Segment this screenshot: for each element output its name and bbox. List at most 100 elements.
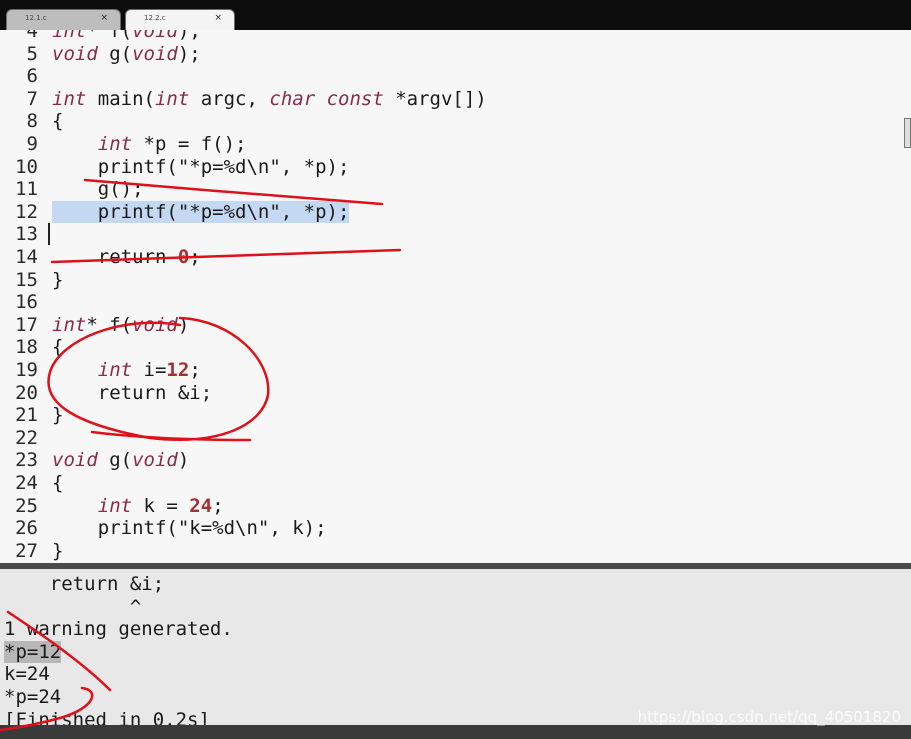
code-line[interactable]: 7 int main(int argc, char const *argv[]) bbox=[0, 88, 911, 111]
code-line[interactable]: 22 bbox=[0, 427, 911, 450]
code-line[interactable]: 27} bbox=[0, 540, 911, 563]
code-token: ; bbox=[212, 494, 224, 517]
code-token: *argv[]) bbox=[383, 87, 487, 110]
code-token: ; bbox=[189, 246, 201, 268]
code-text: } bbox=[52, 540, 63, 563]
code-text: } bbox=[52, 269, 63, 292]
code-line[interactable]: 26 printf("k=%d\n", k); bbox=[0, 517, 911, 540]
code-line[interactable]: 6 bbox=[0, 65, 911, 88]
output-line: ^ bbox=[4, 596, 141, 619]
close-icon[interactable]: × bbox=[100, 13, 108, 23]
line-number: 14 bbox=[15, 246, 38, 268]
code-line[interactable]: 10 printf("*p=%d\n", *p); bbox=[0, 156, 911, 179]
code-line[interactable]: 9 int *p = f(); bbox=[0, 133, 911, 156]
tab-label: 12.1.c bbox=[25, 14, 47, 22]
minimap-marker[interactable] bbox=[904, 118, 911, 148]
code-token: f( bbox=[109, 30, 133, 42]
code-text: return &i; bbox=[52, 382, 212, 405]
status-bar bbox=[0, 725, 911, 739]
code-token: ; bbox=[189, 359, 201, 381]
code-line[interactable]: 8{ bbox=[0, 110, 911, 133]
code-token: } bbox=[52, 404, 64, 427]
code-text: int k = 24; bbox=[52, 495, 224, 518]
tab-12-1-c[interactable]: 12.1.c × bbox=[6, 9, 121, 30]
output-text: ^ bbox=[4, 595, 142, 618]
code-text: void g(void); bbox=[52, 43, 201, 66]
tab-12-2-c[interactable]: 12.2.c × bbox=[125, 9, 235, 30]
code-text: int main(int argc, char const *argv[]) bbox=[52, 88, 487, 111]
line-number: 25 bbox=[15, 494, 38, 517]
code-token: ); bbox=[177, 42, 201, 65]
code-text: g(); bbox=[52, 178, 144, 201]
code-line[interactable]: 12 printf("*p=%d\n", *p); bbox=[0, 200, 911, 224]
code-text: { bbox=[52, 110, 63, 133]
keyword-token: int bbox=[52, 30, 87, 42]
line-number: 4 bbox=[26, 30, 38, 42]
code-line[interactable]: 13 bbox=[0, 223, 911, 246]
code-line[interactable]: 21} bbox=[0, 404, 911, 427]
code-text: int i=12; bbox=[52, 359, 201, 382]
line-number: 19 bbox=[15, 359, 38, 381]
code-token: return bbox=[52, 246, 178, 268]
text-cursor bbox=[48, 223, 50, 246]
code-text: { bbox=[52, 472, 63, 495]
code-text: int* f(void) bbox=[52, 314, 189, 337]
number-token: 0 bbox=[177, 246, 190, 268]
highlighted-output: *p=12 bbox=[4, 640, 62, 663]
code-token: * f( bbox=[86, 313, 133, 336]
code-line[interactable]: 14 return 0; bbox=[0, 246, 911, 269]
output-line: k=24 bbox=[4, 663, 50, 686]
code-text: int* f(void); bbox=[52, 30, 201, 43]
line-number: 24 bbox=[15, 472, 38, 494]
code-line[interactable]: 16 bbox=[0, 291, 911, 314]
code-line[interactable]: 5 void g(void); bbox=[0, 43, 911, 66]
tab-bar: 12.1.c × 12.2.c × bbox=[0, 0, 911, 30]
keyword-token: void bbox=[132, 42, 178, 65]
line-number: 10 bbox=[15, 155, 38, 178]
code-line[interactable]: 4 int* f(void); bbox=[0, 30, 911, 43]
line-number: 27 bbox=[15, 539, 38, 562]
code-editor[interactable]: 4 int* f(void); 5 void g(void); 6 7 int main(i… bbox=[0, 30, 911, 563]
watermark: https://blog.csdn.net/qq_40501820 bbox=[637, 708, 901, 726]
code-token: { bbox=[52, 336, 64, 359]
code-line[interactable]: 25 int k = 24; bbox=[0, 495, 911, 518]
line-number: 9 bbox=[26, 133, 38, 155]
code-line[interactable]: 18 { bbox=[0, 336, 911, 359]
code-line[interactable]: 23 void g(void) bbox=[0, 449, 911, 472]
line-number: 7 bbox=[26, 87, 38, 110]
code-token: g( bbox=[97, 449, 133, 472]
output-text: *p=24 bbox=[4, 686, 62, 708]
code-line[interactable]: 11 g(); bbox=[0, 178, 911, 201]
output-text: 1 warning generated. bbox=[4, 618, 233, 641]
number-token: 12 bbox=[166, 359, 190, 381]
code-line[interactable]: 20 return &i; bbox=[0, 382, 911, 405]
code-token: k = bbox=[132, 494, 190, 517]
code-token: i= bbox=[132, 359, 167, 381]
code-line[interactable]: 24 { bbox=[0, 472, 911, 495]
build-output-panel: return &i; ^ 1 warning generated. *p=12 k=2… bbox=[0, 569, 911, 725]
output-line: [Finished in 0.2s] bbox=[4, 709, 210, 725]
line-number: 22 bbox=[15, 426, 38, 449]
tab-label: 12.2.c bbox=[144, 14, 166, 22]
code-token: return &i; bbox=[52, 381, 213, 404]
output-line: *p=24 bbox=[4, 686, 61, 709]
code-line[interactable]: 15} bbox=[0, 269, 911, 292]
code-token: { bbox=[52, 110, 64, 133]
code-text: printf("*p=%d\n", *p); bbox=[52, 155, 350, 179]
code-token: g( bbox=[97, 42, 133, 65]
code-token: printf("*p=%d\n", *p); bbox=[52, 155, 350, 178]
code-token: ); bbox=[177, 30, 201, 42]
code-line[interactable]: 19 int i=12; bbox=[0, 359, 911, 382]
code-line[interactable]: 17 int* f(void) bbox=[0, 314, 911, 337]
keyword-token: void bbox=[52, 449, 98, 472]
code-token: main( bbox=[86, 87, 155, 110]
code-token: * bbox=[86, 30, 110, 42]
close-icon[interactable]: × bbox=[214, 13, 222, 23]
keyword-token: void bbox=[52, 42, 98, 65]
code-token: } bbox=[52, 539, 64, 562]
line-number: 11 bbox=[15, 178, 38, 201]
output-line: return &i; bbox=[4, 573, 164, 596]
keyword-token: int bbox=[97, 359, 133, 381]
